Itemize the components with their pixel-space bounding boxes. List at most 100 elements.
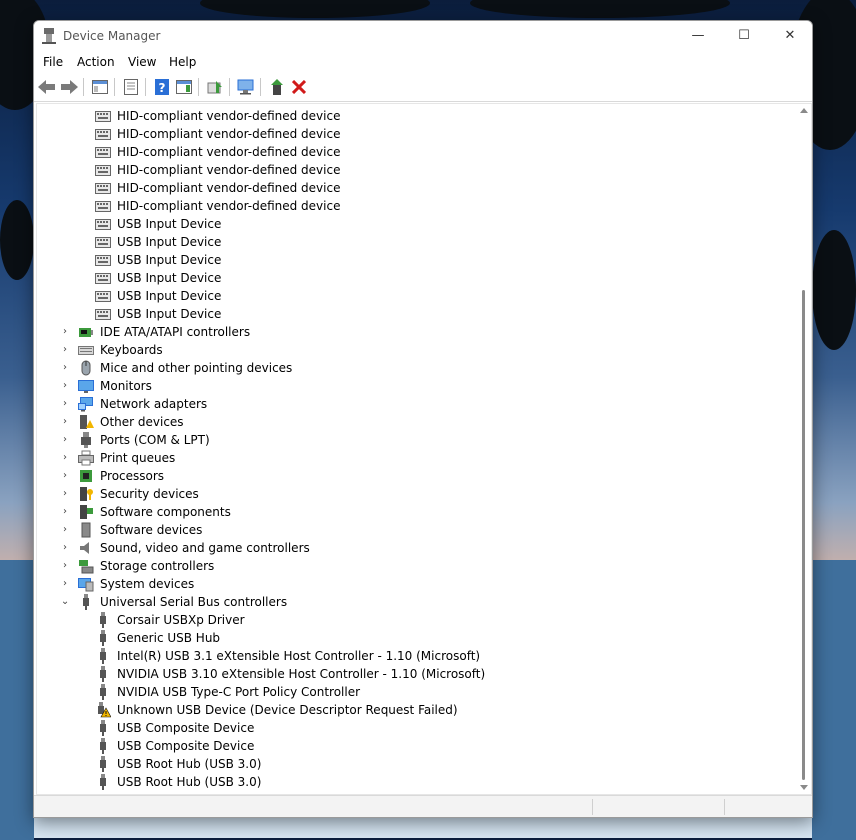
hid-device-icon xyxy=(95,237,111,248)
category-label: Ports (COM & LPT) xyxy=(100,433,210,447)
printer-icon xyxy=(78,450,94,466)
show-hide-console-tree-button[interactable] xyxy=(90,77,110,97)
security-device-icon xyxy=(80,487,93,501)
back-icon xyxy=(38,80,55,94)
toolbar-separator xyxy=(83,78,84,96)
toolbar: ? xyxy=(34,73,812,102)
device-label: HID-compliant vendor-defined device xyxy=(117,145,341,159)
title-bar[interactable]: Device Manager — ☐ ✕ xyxy=(34,21,812,51)
action-pane-icon xyxy=(176,80,192,94)
device-label: USB Input Device xyxy=(117,217,222,231)
hid-device-icon xyxy=(95,273,111,284)
category-label: Mice and other pointing devices xyxy=(100,361,293,375)
usb-connector-icon xyxy=(100,648,106,664)
menu-bar: File Action View Help xyxy=(34,51,812,73)
chevron-right-icon[interactable]: › xyxy=(61,578,69,589)
chevron-right-icon[interactable]: › xyxy=(61,416,69,427)
uninstall-device-button[interactable] xyxy=(289,77,309,97)
minimize-button[interactable]: — xyxy=(675,21,721,51)
category-label: System devices xyxy=(100,577,195,591)
usb-connector-icon xyxy=(100,774,106,790)
device-manager-window: Device Manager — ☐ ✕ File Action View He… xyxy=(33,20,813,818)
vertical-scrollbar[interactable] xyxy=(799,104,809,794)
category-label: Sound, video and game controllers xyxy=(100,541,310,555)
hid-device-icon xyxy=(95,201,111,212)
category-label: Network adapters xyxy=(100,397,208,411)
scan-hardware-icon xyxy=(237,79,254,95)
chevron-right-icon[interactable]: › xyxy=(61,326,69,337)
device-manager-icon xyxy=(42,28,56,44)
category-label: Other devices xyxy=(100,415,184,429)
chevron-right-icon[interactable]: › xyxy=(61,452,69,463)
device-label: USB Input Device xyxy=(117,289,222,303)
chevron-right-icon[interactable]: › xyxy=(61,380,69,391)
chevron-right-icon[interactable]: › xyxy=(61,398,69,409)
action-pane-button[interactable] xyxy=(174,77,194,97)
scan-hardware-button[interactable] xyxy=(236,77,256,97)
hid-device-icon xyxy=(95,309,111,320)
device-label: Unknown USB Device (Device Descriptor Re… xyxy=(117,703,458,717)
update-driver-icon xyxy=(207,81,222,94)
chevron-right-icon[interactable]: › xyxy=(61,362,69,373)
toolbar-separator xyxy=(145,78,146,96)
chevron-down-icon[interactable]: ⌄ xyxy=(61,596,69,607)
usb-connector-icon xyxy=(100,630,106,646)
toolbar-separator xyxy=(198,78,199,96)
monitor-icon xyxy=(78,380,94,393)
toolbar-separator xyxy=(114,78,115,96)
update-driver-button[interactable] xyxy=(205,77,225,97)
usb-connector-icon xyxy=(100,738,106,754)
show-hide-console-tree-icon xyxy=(92,80,108,94)
menu-view[interactable]: View xyxy=(128,55,156,69)
scroll-up-icon[interactable] xyxy=(800,108,808,113)
processor-icon xyxy=(80,470,92,482)
maximize-icon: ☐ xyxy=(738,28,750,43)
chevron-right-icon[interactable]: › xyxy=(61,542,69,553)
hid-device-icon xyxy=(95,219,111,230)
hid-device-icon xyxy=(95,165,111,176)
usb-connector-icon xyxy=(100,684,106,700)
category-label: Storage controllers xyxy=(100,559,215,573)
status-divider xyxy=(724,799,725,815)
software-device-icon xyxy=(81,522,91,538)
forward-button[interactable] xyxy=(59,77,79,97)
minimize-icon: — xyxy=(691,28,705,43)
chevron-right-icon[interactable]: › xyxy=(61,524,69,535)
close-button[interactable]: ✕ xyxy=(767,21,812,51)
scroll-down-icon[interactable] xyxy=(800,785,808,790)
properties-button[interactable] xyxy=(121,77,141,97)
device-label: HID-compliant vendor-defined device xyxy=(117,181,341,195)
device-label: USB Root Hub (USB 3.0) xyxy=(117,775,262,789)
device-label: USB Input Device xyxy=(117,253,222,267)
toolbar-separator xyxy=(260,78,261,96)
device-label: USB Composite Device xyxy=(117,739,255,753)
device-label: Intel(R) USB 3.1 eXtensible Host Control… xyxy=(117,649,481,663)
toolbar-separator xyxy=(229,78,230,96)
usb-connector-icon xyxy=(100,720,106,736)
category-label: Processors xyxy=(100,469,165,483)
chevron-right-icon[interactable]: › xyxy=(61,506,69,517)
enable-device-button[interactable] xyxy=(267,77,287,97)
hid-device-icon xyxy=(95,147,111,158)
device-label: NVIDIA USB 3.10 eXtensible Host Controll… xyxy=(117,667,486,681)
chevron-right-icon[interactable]: › xyxy=(61,344,69,355)
svg-text:?: ? xyxy=(159,81,166,95)
help-button[interactable]: ? xyxy=(152,77,172,97)
menu-help[interactable]: Help xyxy=(169,55,196,69)
hid-device-icon xyxy=(95,129,111,140)
chevron-right-icon[interactable]: › xyxy=(61,434,69,445)
chevron-right-icon[interactable]: › xyxy=(61,470,69,481)
maximize-button[interactable]: ☐ xyxy=(721,21,767,51)
menu-action[interactable]: Action xyxy=(77,55,115,69)
category-label: IDE ATA/ATAPI controllers xyxy=(100,325,251,339)
device-tree[interactable]: HID-compliant vendor-defined device HID-… xyxy=(36,103,812,795)
menu-file[interactable]: File xyxy=(43,55,63,69)
device-label: USB Input Device xyxy=(117,307,222,321)
chevron-right-icon[interactable]: › xyxy=(61,488,69,499)
back-button[interactable] xyxy=(37,77,57,97)
hid-device-icon xyxy=(95,183,111,194)
device-label: USB Root Hub (USB 3.0) xyxy=(117,757,262,771)
chevron-right-icon[interactable]: › xyxy=(61,560,69,571)
scrollbar-thumb[interactable] xyxy=(802,290,805,780)
category-label: Software components xyxy=(100,505,231,519)
